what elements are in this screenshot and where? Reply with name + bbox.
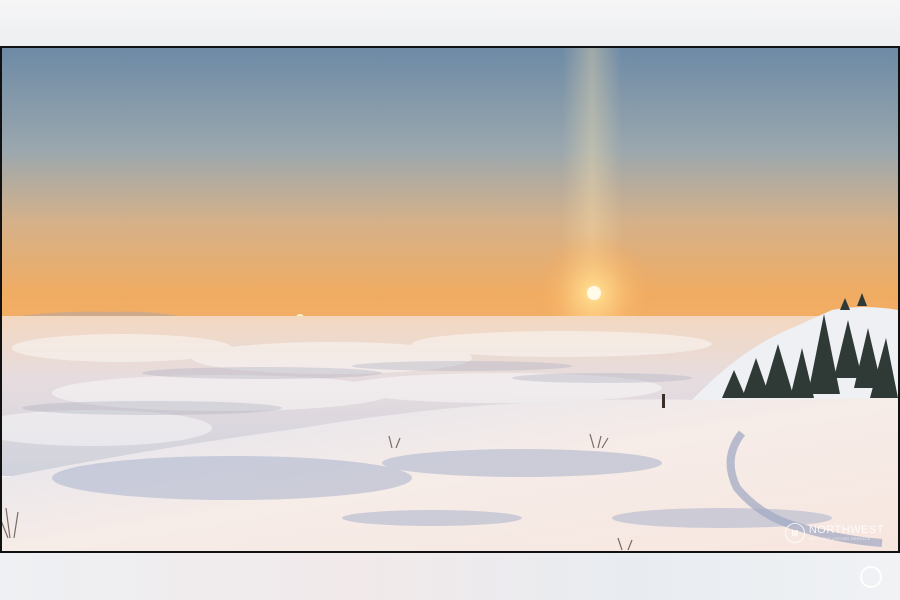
circle-icon[interactable] <box>860 566 882 588</box>
bottom-blurred-band <box>0 553 900 600</box>
mls-watermark: M NORTHWEST MULTIPLE LISTING SERVICE <box>784 523 884 543</box>
top-blurred-band <box>0 0 900 46</box>
sunset-landscape <box>2 48 898 551</box>
northwest-logo-icon: M <box>784 523 805 543</box>
watermark-tagline: MULTIPLE LISTING SERVICE <box>808 536 871 541</box>
listing-photo[interactable]: M NORTHWEST MULTIPLE LISTING SERVICE <box>0 46 900 553</box>
watermark-brand: NORTHWEST <box>808 524 884 536</box>
